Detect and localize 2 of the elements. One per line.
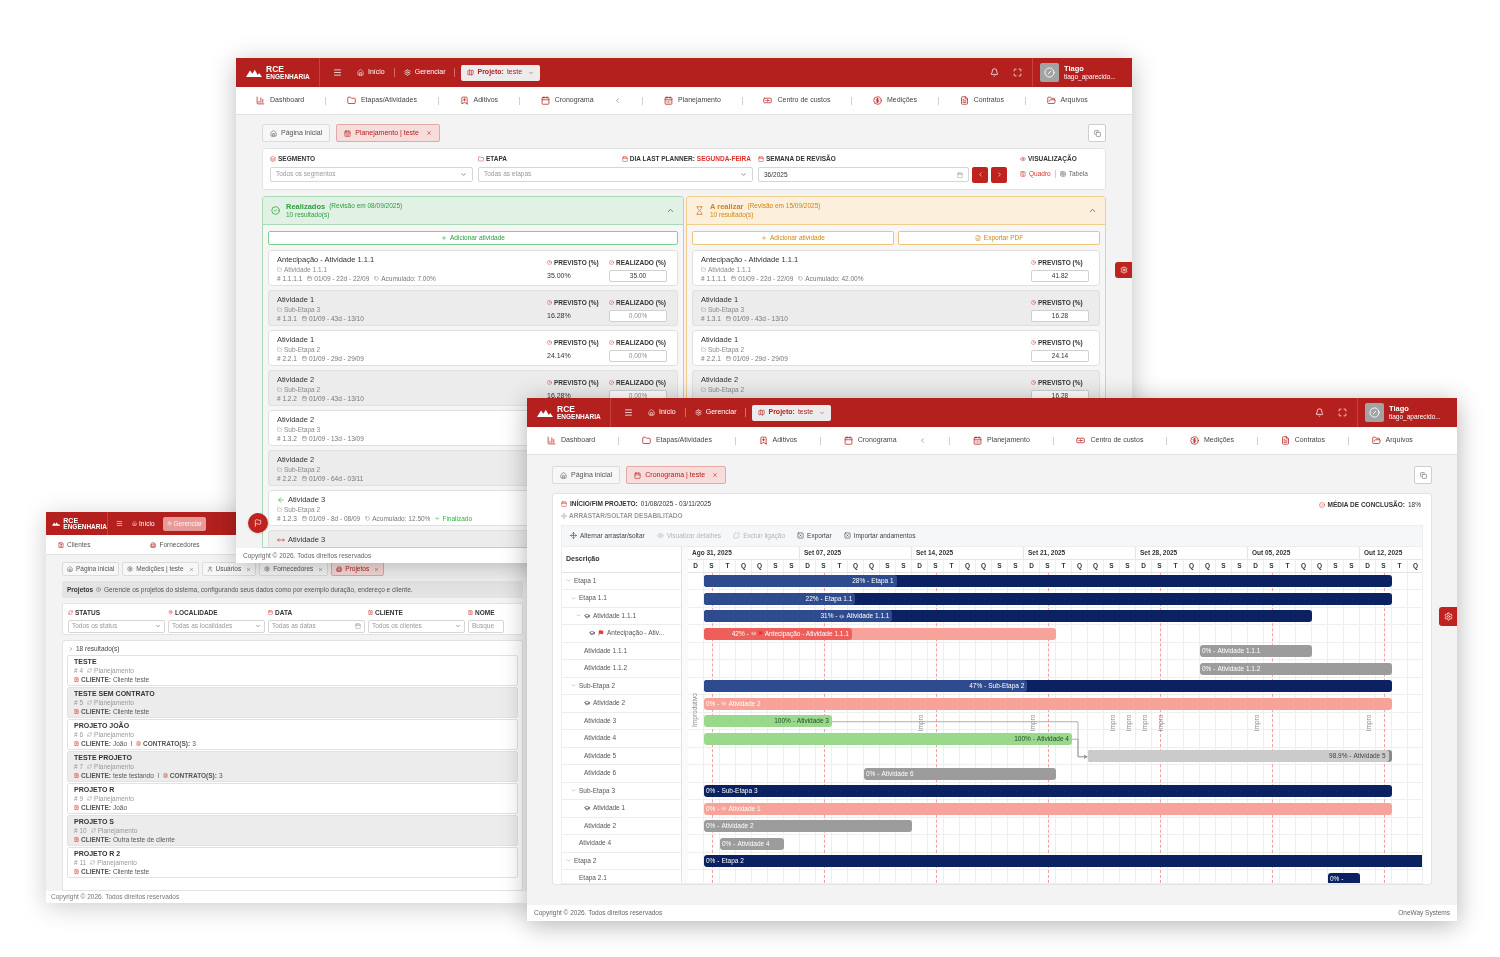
brand-name: RCE [557,405,576,414]
brand-name: RCE [266,65,285,74]
